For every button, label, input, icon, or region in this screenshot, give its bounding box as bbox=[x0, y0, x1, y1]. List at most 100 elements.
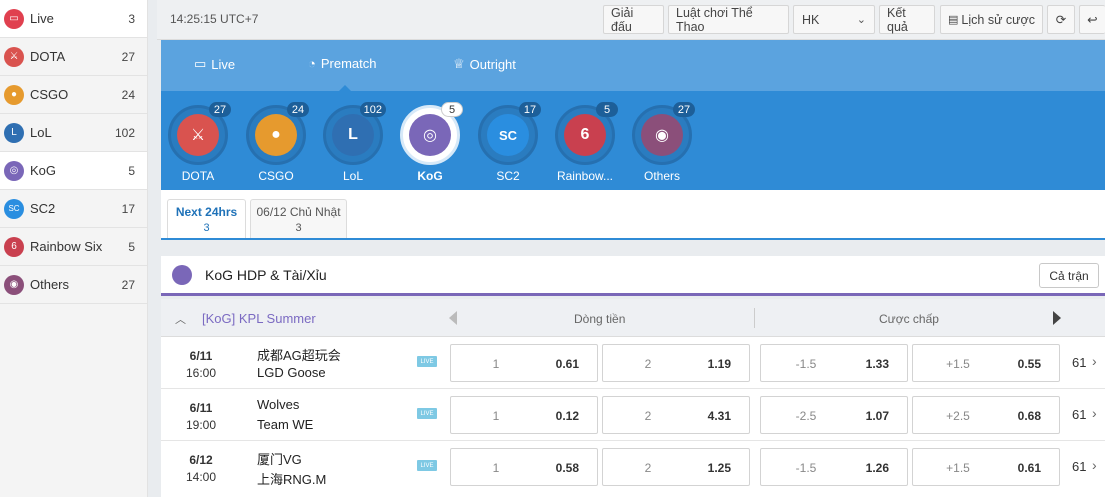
odds-label: 2 bbox=[644, 409, 652, 423]
kog-icon: ◎ bbox=[409, 114, 451, 156]
odds-label: 1 bbox=[492, 461, 500, 475]
odds-label: 2 bbox=[644, 461, 652, 475]
sport-lol[interactable]: L 102 LoL bbox=[320, 102, 386, 183]
sport-ring: L 102 bbox=[323, 102, 386, 165]
sport-name: CSGO bbox=[258, 169, 294, 183]
sport-others[interactable]: ◉ 27 Others bbox=[629, 102, 695, 183]
scroll-right-arrow-icon[interactable] bbox=[1053, 311, 1061, 325]
sc2-icon: SC bbox=[4, 198, 24, 219]
match-date: 6/11 bbox=[189, 401, 213, 415]
chevron-right-icon[interactable]: › bbox=[1092, 353, 1097, 369]
odds-button[interactable]: 1 0.12 bbox=[450, 396, 598, 434]
odds-label: +1.5 bbox=[946, 461, 970, 475]
tournaments-button[interactable]: Giải đấu bbox=[603, 5, 664, 34]
match-row: 6/11 19:00 Wolves Team WE LIVE 1 0.12 2 … bbox=[161, 389, 1105, 441]
odds-button[interactable]: -2.5 1.07 bbox=[760, 396, 908, 434]
tab-live-label: Live bbox=[211, 56, 236, 72]
chevron-right-icon[interactable]: › bbox=[1092, 405, 1097, 421]
tab-date-0612[interactable]: 06/12 Chủ Nhật 3 bbox=[250, 199, 347, 238]
sport-name: KoG bbox=[417, 169, 443, 183]
sport-ring: ⚔ 27 bbox=[168, 102, 231, 165]
sidebar-item-label: CSGO bbox=[30, 87, 69, 102]
date-tabs: Next 24hrs 3 06/12 Chủ Nhật 3 bbox=[161, 190, 1105, 240]
odds-label: +2.5 bbox=[946, 409, 970, 423]
sidebar-item-csgo[interactable]: ● CSGO 24 bbox=[0, 76, 147, 114]
sidebar-item-label: KoG bbox=[30, 163, 57, 178]
csgo-icon: ● bbox=[255, 114, 297, 156]
sidebar: ▭ Live 3 ⚔ DOTA 27 ● CSGO 24 L LoL 102 ◎… bbox=[0, 0, 148, 497]
sidebar-item-others[interactable]: ◉ Others 27 bbox=[0, 266, 147, 304]
column-handicap: Cược chấp bbox=[879, 312, 939, 326]
more-markets-count[interactable]: 61 bbox=[1072, 459, 1086, 474]
lol-icon: L bbox=[332, 114, 374, 156]
odds-format-select[interactable]: HK ⌄ bbox=[793, 5, 875, 34]
sport-rainbow-six[interactable]: 6 5 Rainbow... bbox=[552, 102, 618, 183]
sidebar-item-live[interactable]: ▭ Live 3 bbox=[0, 0, 147, 38]
odds-value: 1.25 bbox=[707, 461, 731, 475]
odds-button[interactable]: 2 4.31 bbox=[602, 396, 750, 434]
away-team: 上海RNG.M bbox=[257, 472, 327, 487]
tab-outright[interactable]: ♕ Outright bbox=[453, 56, 516, 72]
odds-button[interactable]: -1.5 1.26 bbox=[760, 448, 908, 486]
sidebar-item-lol[interactable]: L LoL 102 bbox=[0, 114, 147, 152]
tab-live[interactable]: ▭ Live bbox=[194, 56, 235, 72]
sport-ring: ◉ 27 bbox=[632, 102, 695, 165]
column-divider bbox=[754, 308, 755, 328]
tab-outright-label: Outright bbox=[469, 56, 516, 72]
sport-count-badge: 17 bbox=[519, 102, 541, 117]
home-team: 厦门VG bbox=[257, 452, 302, 467]
sport-count-badge: 24 bbox=[287, 102, 309, 117]
bet-history-button[interactable]: ▤ Lịch sử cược bbox=[940, 5, 1043, 34]
sidebar-item-count: 17 bbox=[121, 201, 135, 216]
sc2-icon: SC bbox=[487, 114, 529, 156]
sport-dota[interactable]: ⚔ 27 DOTA bbox=[165, 102, 231, 183]
sport-csgo[interactable]: ● 24 CSGO bbox=[243, 102, 309, 183]
tab-prematch-label: Prematch bbox=[320, 56, 377, 71]
back-button[interactable]: ↩ bbox=[1079, 5, 1105, 34]
odds-button[interactable]: +1.5 0.55 bbox=[912, 344, 1060, 382]
sidebar-item-sc2[interactable]: SC SC2 17 bbox=[0, 190, 147, 228]
refresh-button[interactable]: ⟳ bbox=[1047, 5, 1075, 34]
more-markets-count[interactable]: 61 bbox=[1072, 355, 1086, 370]
more-markets-count[interactable]: 61 bbox=[1072, 407, 1086, 422]
league-name[interactable]: [KoG] KPL Summer bbox=[202, 311, 316, 326]
kog-icon bbox=[172, 265, 192, 285]
sidebar-item-label: Rainbow Six bbox=[30, 239, 103, 254]
sidebar-item-count: 27 bbox=[121, 277, 135, 292]
league-header[interactable]: ︿ [KoG] KPL Summer Dòng tiền Cược chấp bbox=[161, 299, 1105, 337]
odds-button[interactable]: 2 1.19 bbox=[602, 344, 750, 382]
odds-button[interactable]: 2 1.25 bbox=[602, 448, 750, 486]
chevron-up-icon[interactable]: ︿ bbox=[175, 311, 186, 327]
odds-button[interactable]: +1.5 0.61 bbox=[912, 448, 1060, 486]
away-team: Team WE bbox=[257, 417, 314, 432]
odds-label: 1 bbox=[492, 357, 500, 371]
sidebar-item-dota[interactable]: ⚔ DOTA 27 bbox=[0, 38, 147, 76]
odds-button[interactable]: 1 0.58 bbox=[450, 448, 598, 486]
odds-value: 0.68 bbox=[1017, 409, 1041, 423]
live-badge: LIVE bbox=[417, 408, 437, 419]
full-match-button[interactable]: Cả trận bbox=[1039, 263, 1099, 288]
odds-button[interactable]: 1 0.61 bbox=[450, 344, 598, 382]
tab-prematch[interactable]: ◔ Prematch bbox=[308, 56, 377, 71]
sidebar-item-kog[interactable]: ◎ KoG 5 bbox=[0, 152, 147, 190]
tab-next-24hrs[interactable]: Next 24hrs 3 bbox=[167, 199, 246, 238]
sidebar-item-rainbow-six[interactable]: 6 Rainbow Six 5 bbox=[0, 228, 147, 266]
sport-name: Others bbox=[643, 169, 680, 183]
rules-button[interactable]: Luật chơi Thể Thao bbox=[668, 5, 789, 34]
sport-sc2[interactable]: SC 17 SC2 bbox=[475, 102, 541, 183]
chevron-right-icon[interactable]: › bbox=[1092, 457, 1097, 473]
odds-value: 1.07 bbox=[865, 409, 889, 423]
odds-button[interactable]: -1.5 1.33 bbox=[760, 344, 908, 382]
sport-ring: ◎ 5 bbox=[400, 102, 463, 165]
odds-label: -2.5 bbox=[795, 409, 817, 423]
bet-history-label: Lịch sử cược bbox=[961, 12, 1035, 27]
odds-button[interactable]: +2.5 0.68 bbox=[912, 396, 1060, 434]
odds-value: 0.55 bbox=[1017, 357, 1041, 371]
sport-kog[interactable]: ◎ 5 KoG bbox=[397, 102, 463, 183]
sidebar-item-label: LoL bbox=[30, 125, 52, 140]
odds-label: 2 bbox=[644, 357, 652, 371]
chevron-down-icon: ⌄ bbox=[856, 14, 866, 26]
scroll-left-arrow-icon[interactable] bbox=[449, 311, 457, 325]
results-button[interactable]: Kết quả bbox=[879, 5, 935, 34]
sport-ring: ● 24 bbox=[246, 102, 309, 165]
